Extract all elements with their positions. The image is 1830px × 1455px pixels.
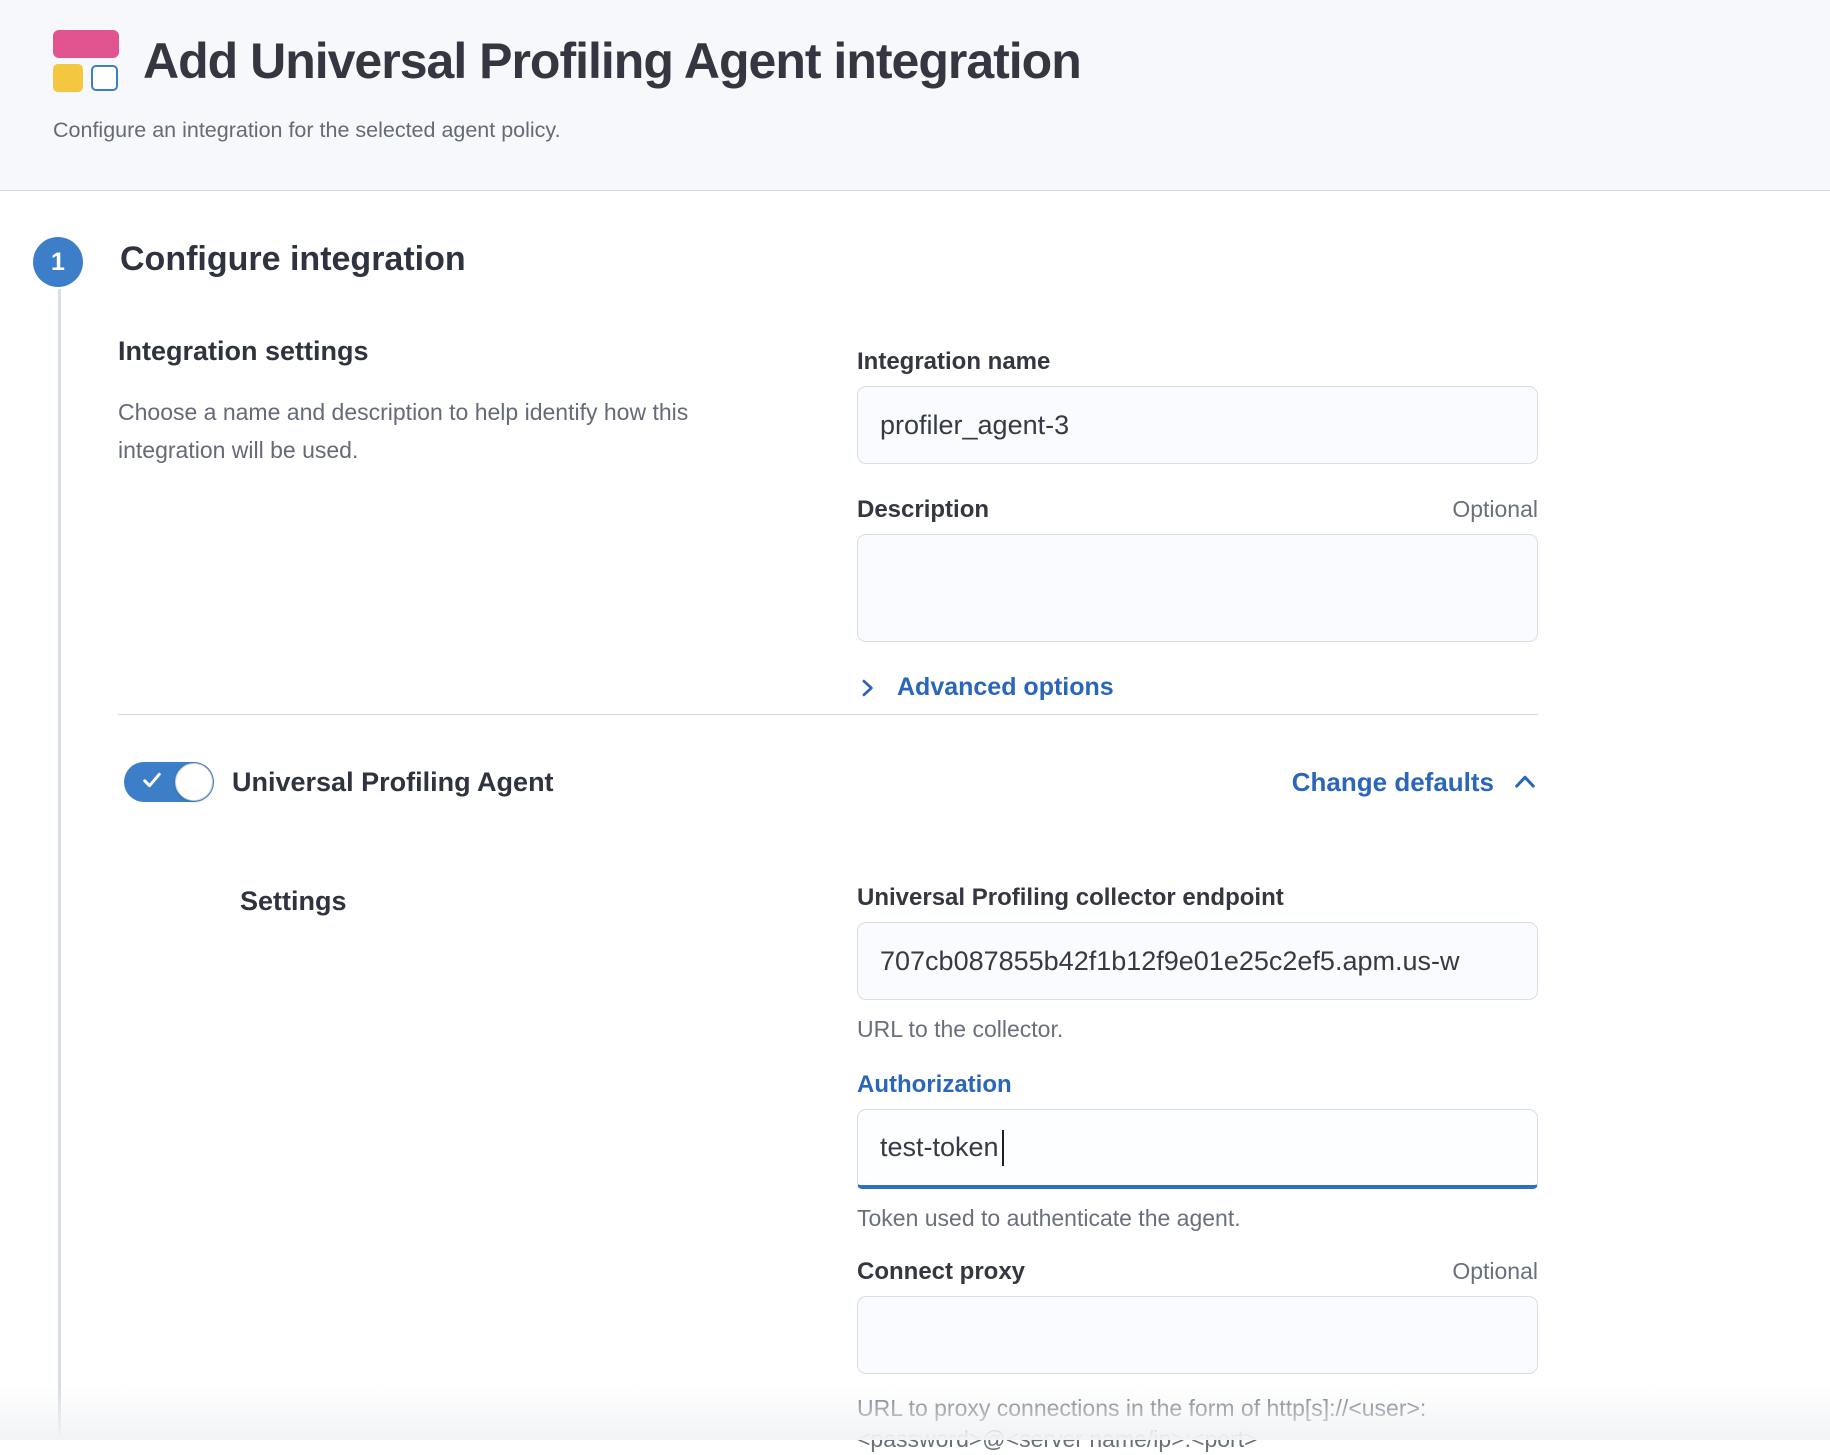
page-title: Add Universal Profiling Agent integratio… [143,32,1081,90]
change-defaults-label[interactable]: Change defaults [1292,767,1494,798]
description-label: Description [857,496,989,524]
chevron-right-icon[interactable] [857,678,877,698]
integration-settings-heading: Integration settings [118,336,698,367]
advanced-options-link[interactable]: Advanced options [857,673,1114,702]
authorization-help: Token used to authenticate the agent. [857,1203,1538,1234]
advanced-options-label[interactable]: Advanced options [897,673,1114,702]
check-icon [139,767,165,793]
authorization-label: Authorization [857,1071,1538,1099]
connect-proxy-help: URL to proxy connections in the form of … [857,1393,1538,1455]
description-textarea[interactable] [857,534,1538,642]
universal-profiling-package-icon [53,30,119,92]
integration-name-input[interactable] [857,386,1538,464]
connect-proxy-help-line1: URL to proxy connections in the form of … [857,1393,1538,1424]
integration-name-label: Integration name [857,348,1538,376]
connect-proxy-optional-badge: Optional [1452,1258,1538,1285]
connect-proxy-textarea[interactable] [857,1296,1538,1374]
page-header: Add Universal Profiling Agent integratio… [0,0,1830,191]
step-connector-line [58,289,61,1440]
collector-endpoint-help: URL to the collector. [857,1014,1538,1045]
collector-endpoint-label: Universal Profiling collector endpoint [857,884,1538,912]
profiling-agent-row: Universal Profiling Agent Change default… [124,762,1538,802]
toggle-knob[interactable] [175,763,213,801]
page-subtitle: Configure an integration for the selecte… [53,118,1777,143]
step-number: 1 [51,248,65,277]
universal-profiling-agent-toggle[interactable] [124,762,214,802]
add-integration-page: Add Universal Profiling Agent integratio… [0,0,1830,1440]
settings-heading: Settings [240,886,347,917]
icon-block-yellow [53,64,83,92]
step-1-indicator: 1 [33,237,83,287]
step-title: Configure integration [120,240,466,279]
collector-endpoint-input[interactable] [857,922,1538,1000]
authorization-input[interactable]: test-token [857,1109,1538,1189]
integration-settings-form: Integration name Description Optional Ad… [857,348,1538,703]
change-defaults-link[interactable]: Change defaults [1292,767,1538,798]
section-divider [118,714,1538,715]
integration-settings-intro: Integration settings Choose a name and d… [118,336,698,469]
agent-settings-form: Universal Profiling collector endpoint U… [857,884,1538,1455]
icon-block-pink [53,30,119,58]
integration-settings-description: Choose a name and description to help id… [118,393,698,469]
icon-block-outline [91,65,118,91]
description-optional-badge: Optional [1452,496,1538,523]
universal-profiling-agent-label: Universal Profiling Agent [232,767,554,798]
connect-proxy-label: Connect proxy [857,1258,1025,1286]
chevron-up-icon[interactable] [1512,769,1538,795]
text-caret [1002,1130,1005,1166]
authorization-value: test-token [880,1132,999,1163]
